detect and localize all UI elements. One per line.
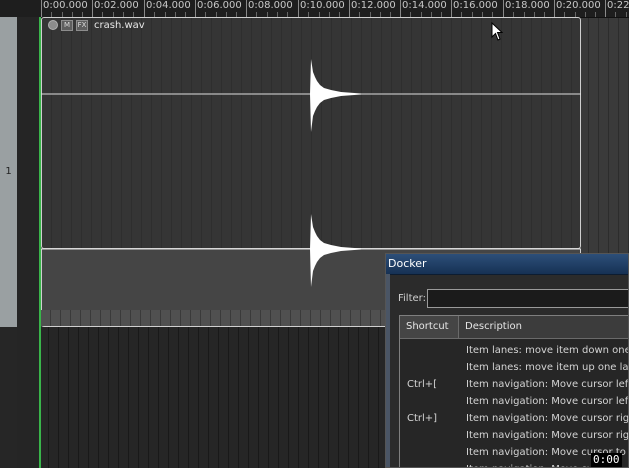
ruler-tick-label: 0:18.000 (505, 0, 550, 11)
item-fx-button[interactable]: FX (76, 19, 88, 31)
list-item[interactable]: Item navigation: Move cursor right to (400, 427, 629, 444)
item-header: M FX crash.wav (48, 18, 145, 32)
ruler-tick-label: 0:16.000 (453, 0, 498, 11)
shortcut-key: Ctrl+] (407, 413, 438, 424)
ruler-minor-tick (585, 12, 586, 17)
docker-title: Docker (388, 257, 427, 270)
shortcut-description: Item navigation: Move cursor left to (466, 379, 629, 390)
ruler-tick-label: 0:22.000 (607, 0, 629, 11)
ruler-tick-label: 0:00.000 (43, 0, 88, 11)
list-item[interactable]: Ctrl+] Item navigation: Move cursor right… (400, 410, 629, 427)
ruler-minor-tick (615, 12, 616, 17)
shortcut-key: Ctrl+[ (407, 379, 438, 390)
ruler-tick-label: 0:20.000 (556, 0, 601, 11)
shortcut-description: Item navigation: Move cursor right to (466, 430, 629, 441)
docker-window[interactable]: Docker Filter: Shortcut Description Item… (385, 253, 629, 468)
ruler-tick-label: 0:10.000 (300, 0, 345, 11)
list-header: Shortcut Description (400, 316, 628, 339)
track-panel-divider[interactable] (17, 17, 39, 468)
shortcut-description: Item navigation: Move cursor left to (466, 396, 629, 407)
mouse-pointer-icon (491, 22, 504, 41)
shortcut-description: Item lanes: move item up one lane (466, 362, 629, 373)
item-lock-icon[interactable] (48, 20, 58, 30)
edit-cursor[interactable] (39, 17, 41, 468)
track-header[interactable]: 1 (0, 17, 18, 341)
docker-edge (386, 274, 390, 467)
ruler-tick-label: 0:12.000 (351, 0, 396, 11)
time-readout: 0:00 (591, 453, 622, 467)
list-item[interactable]: Item lanes: move item up one lane (400, 359, 629, 376)
ruler-minor-tick (626, 12, 627, 17)
list-item[interactable]: Ctrl+[ Item navigation: Move cursor left … (400, 376, 629, 393)
ruler-tick-label: 0:06.000 (197, 0, 242, 11)
track-number: 1 (5, 166, 12, 177)
list-item[interactable]: Item navigation: Move cursor left to (400, 393, 629, 410)
empty-track-area[interactable] (0, 327, 17, 468)
ruler-tick-label: 0:02.000 (94, 0, 139, 11)
ruler-tick-label: 0:08.000 (248, 0, 293, 11)
ruler-tick-label: 0:14.000 (402, 0, 447, 11)
filter-label: Filter: (398, 293, 426, 304)
docker-titlebar[interactable]: Docker (386, 254, 628, 275)
filter-input[interactable] (427, 289, 628, 308)
item-mute-button[interactable]: M (61, 19, 73, 31)
shortcut-description: Item navigation: Move cursor right to (466, 413, 629, 424)
column-header-description[interactable]: Description (459, 316, 628, 338)
shortcut-description: Item lanes: move item down one lane (466, 345, 629, 356)
column-header-shortcut[interactable]: Shortcut (400, 316, 459, 338)
item-name: crash.wav (94, 19, 145, 31)
waveform-transient-right (310, 214, 361, 287)
ruler-tick-label: 0:04.000 (146, 0, 191, 11)
list-item[interactable]: Item lanes: move item down one lane (400, 342, 629, 359)
waveform-transient-left (310, 59, 361, 132)
ruler-minor-tick (595, 12, 596, 17)
timeline-ruler[interactable]: 0:00.000 0:02.000 0:04.000 0:06.000 0:08.000… (0, 0, 629, 18)
shortcut-list[interactable]: Shortcut Description Item lanes: move it… (399, 315, 629, 467)
